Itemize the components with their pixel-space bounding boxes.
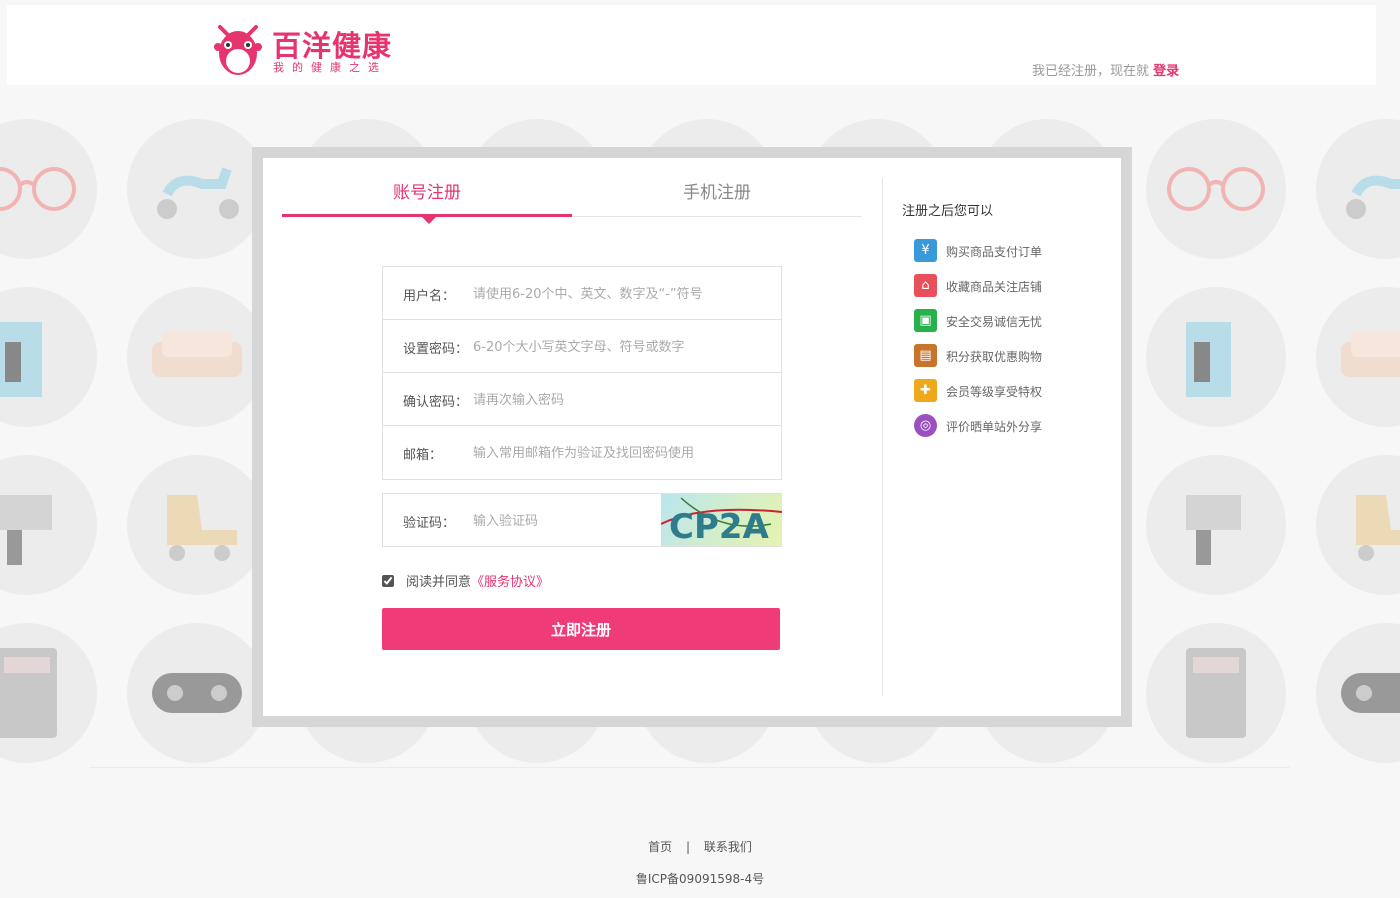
gamepad-bubble-right bbox=[1316, 623, 1400, 763]
benefits-panel: 注册之后您可以 ¥ 购买商品支付订单 ⌂ 收藏商品关注店铺 ▣ 安全交易诚信无忧… bbox=[902, 200, 1102, 452]
cassette-player-icon bbox=[0, 287, 97, 427]
scooter-bubble bbox=[127, 119, 267, 259]
gift-box-icon: ✚ bbox=[914, 379, 937, 402]
tab-phone-register[interactable]: 手机注册 bbox=[572, 178, 862, 203]
site-header: 百洋健康 我的健康之选 我已经注册，现在就 登录 bbox=[7, 5, 1376, 85]
gamepad-icon-right bbox=[1316, 623, 1400, 763]
benefit-label: 积分获取优惠购物 bbox=[946, 350, 1043, 364]
panel-divider bbox=[882, 178, 883, 696]
register-form: 用户名： 设置密码： 确认密码： 邮箱： bbox=[382, 266, 782, 480]
cassette-player-bubble-right bbox=[1146, 287, 1286, 427]
calculator-icon-right bbox=[1146, 623, 1286, 763]
footer-home-link[interactable]: 首页 bbox=[648, 840, 672, 854]
sofa-bubble-right bbox=[1316, 287, 1400, 427]
video-camera-icon-right bbox=[1146, 455, 1286, 595]
confirm-password-input[interactable] bbox=[473, 387, 763, 413]
benefit-label: 购买商品支付订单 bbox=[946, 245, 1043, 259]
tab-account-register[interactable]: 账号注册 bbox=[282, 178, 572, 203]
calculator-bubble-right bbox=[1146, 623, 1286, 763]
agreement-text: 阅读并同意 bbox=[406, 575, 472, 590]
sofa-icon-right bbox=[1316, 287, 1400, 427]
store-icon: ⌂ bbox=[914, 274, 937, 297]
password-label: 设置密码： bbox=[403, 342, 469, 357]
benefit-item: ▤ 积分获取优惠购物 bbox=[902, 344, 1102, 382]
calculator-bubble bbox=[0, 623, 97, 763]
glasses-bubble-right bbox=[1146, 119, 1286, 259]
password-row: 设置密码： bbox=[383, 320, 781, 373]
footer-divider bbox=[90, 767, 1290, 768]
active-tab-arrow-icon bbox=[422, 217, 436, 224]
captcha-text: CP2A bbox=[669, 507, 770, 546]
icp-record: 鲁ICP备09091598-4号 bbox=[635, 872, 765, 886]
email-label: 邮箱： bbox=[403, 448, 443, 463]
register-tabs: 账号注册 手机注册 bbox=[282, 158, 862, 224]
roller-skate-bubble-right bbox=[1316, 455, 1400, 595]
camera-bubble-right bbox=[1146, 455, 1286, 595]
login-prompt-area: 我已经注册，现在就 登录 bbox=[1032, 60, 1179, 79]
cassette-player-bubble bbox=[0, 287, 97, 427]
username-row: 用户名： bbox=[383, 267, 781, 320]
glasses-icon bbox=[0, 119, 97, 259]
benefit-item: ▣ 安全交易诚信无忧 bbox=[902, 309, 1102, 347]
roller-skate-bubble bbox=[127, 455, 267, 595]
username-input[interactable] bbox=[473, 281, 763, 307]
login-prompt: 我已经注册，现在就 bbox=[1032, 64, 1150, 79]
gamepad-icon bbox=[127, 623, 267, 763]
video-camera-icon bbox=[0, 455, 97, 595]
confirm-password-row: 确认密码： bbox=[383, 373, 781, 426]
captcha-image[interactable]: CP2A bbox=[661, 494, 782, 546]
cassette-player-icon-right bbox=[1146, 287, 1286, 427]
camera-bubble bbox=[0, 455, 97, 595]
register-panel: 账号注册 手机注册 用户名： 设置密码： 确认密码： 邮箱： 验证码： bbox=[263, 158, 1121, 716]
confirm-password-label: 确认密码： bbox=[403, 395, 469, 410]
username-label: 用户名： bbox=[403, 289, 456, 304]
benefit-item: ◎ 评价晒单站外分享 bbox=[902, 414, 1102, 452]
benefit-item: ¥ 购买商品支付订单 bbox=[902, 239, 1102, 277]
benefit-label: 评价晒单站外分享 bbox=[946, 420, 1043, 434]
sofa-icon bbox=[127, 287, 267, 427]
brand-logo[interactable]: 百洋健康 我的健康之选 bbox=[214, 23, 404, 79]
cashier-icon: ¥ bbox=[914, 239, 937, 262]
wallet-icon: ▣ bbox=[914, 309, 937, 332]
roller-skate-icon-right bbox=[1316, 455, 1400, 595]
glasses-bubble bbox=[0, 119, 97, 259]
footer-separator: | bbox=[685, 840, 691, 854]
captcha-label: 验证码： bbox=[403, 516, 456, 531]
benefits-title: 注册之后您可以 bbox=[902, 204, 994, 219]
agreement-row: 阅读并同意 《服务协议》 bbox=[382, 571, 549, 590]
footer-links: 首页 | 联系我们 bbox=[0, 838, 1400, 855]
benefit-label: 会员等级享受特权 bbox=[946, 385, 1043, 399]
register-submit-button[interactable]: 立即注册 bbox=[382, 608, 780, 650]
glasses-icon-right bbox=[1146, 119, 1286, 259]
email-input[interactable] bbox=[473, 440, 763, 466]
service-terms-link[interactable]: 《服务协议》 bbox=[471, 571, 549, 590]
password-input[interactable] bbox=[473, 334, 763, 360]
site-footer: 首页 | 联系我们 鲁ICP备09091598-4号 bbox=[0, 838, 1400, 887]
sofa-bubble bbox=[127, 287, 267, 427]
login-link[interactable]: 登录 bbox=[1153, 64, 1179, 79]
scooter-icon bbox=[127, 119, 267, 259]
captcha-input[interactable] bbox=[473, 508, 653, 534]
roller-skate-icon bbox=[127, 455, 267, 595]
share-globe-icon: ◎ bbox=[914, 414, 937, 437]
agreement-checkbox[interactable] bbox=[382, 574, 394, 587]
scooter-icon-right bbox=[1316, 119, 1400, 259]
benefit-label: 安全交易诚信无忧 bbox=[946, 315, 1043, 329]
calculator-icon bbox=[0, 623, 97, 763]
camel-mascot-icon bbox=[214, 25, 262, 75]
brand-slogan: 我的健康之选 bbox=[273, 61, 387, 74]
gift-card-icon: ▤ bbox=[914, 344, 937, 367]
email-row: 邮箱： bbox=[383, 426, 781, 479]
gamepad-bubble bbox=[127, 623, 267, 763]
captcha-row: 验证码： CP2A bbox=[382, 493, 782, 547]
footer-contact-link[interactable]: 联系我们 bbox=[704, 840, 752, 854]
scooter-bubble-right bbox=[1316, 119, 1400, 259]
benefit-label: 收藏商品关注店铺 bbox=[946, 280, 1043, 294]
benefit-item: ⌂ 收藏商品关注店铺 bbox=[902, 274, 1102, 312]
benefit-item: ✚ 会员等级享受特权 bbox=[902, 379, 1102, 417]
